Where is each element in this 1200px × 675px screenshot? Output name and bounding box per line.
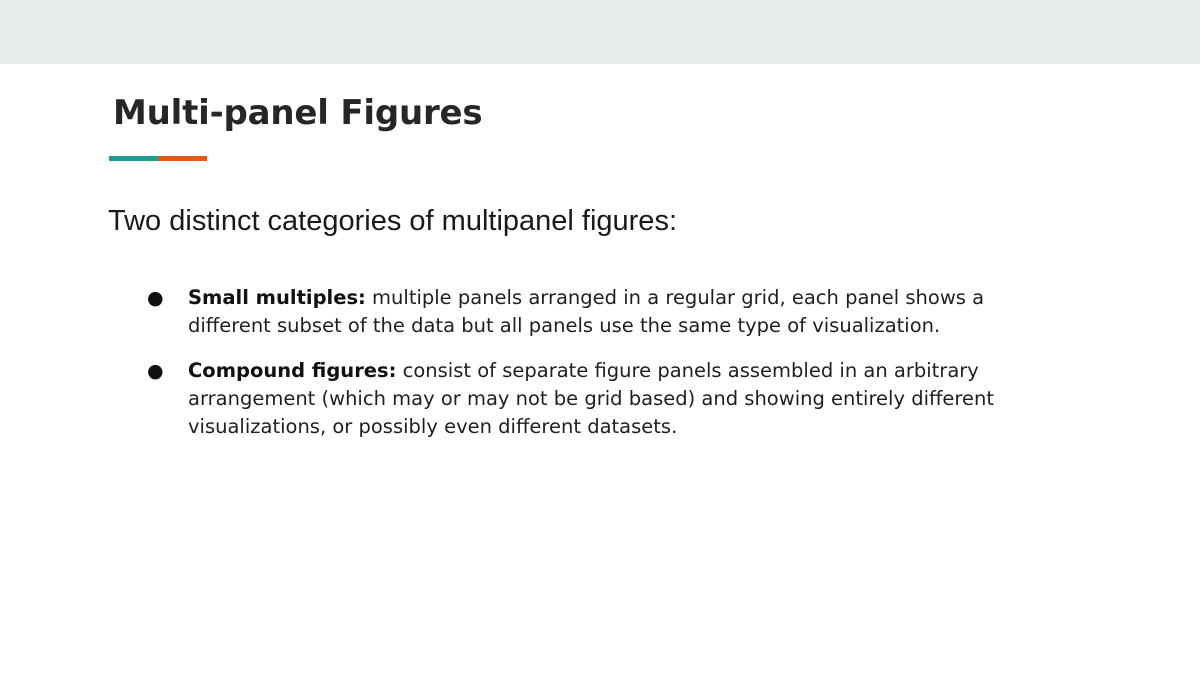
title-accent-rule <box>109 156 207 161</box>
accent-rule-orange-segment <box>158 156 207 161</box>
slide-title: Multi-panel Figures <box>113 93 483 133</box>
bullet-term: Small multiples: <box>188 286 366 309</box>
bullet-term: Compound figures: <box>188 359 397 382</box>
bullet-item-compound-figures: ● Compound figures: consist of separate … <box>145 357 1045 441</box>
bullet-list: ● Small multiples: multiple panels arran… <box>145 284 1045 458</box>
bullet-marker-icon: ● <box>147 360 164 382</box>
slide-subtitle: Two distinct categories of multipanel fi… <box>108 205 677 237</box>
top-header-band <box>0 0 1200 64</box>
bullet-marker-icon: ● <box>147 287 164 309</box>
accent-rule-teal-segment <box>109 156 158 161</box>
bullet-item-small-multiples: ● Small multiples: multiple panels arran… <box>145 284 1045 340</box>
